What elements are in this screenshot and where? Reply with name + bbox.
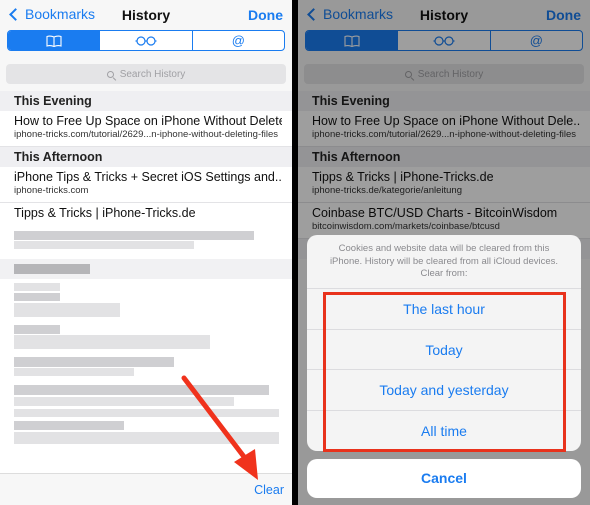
blurred-text	[14, 357, 174, 367]
blurred-text	[14, 293, 60, 301]
section-header: This Afternoon	[0, 147, 292, 167]
history-panel-right: Bookmarks History Done @ Search History …	[298, 0, 590, 505]
blurred-text	[14, 409, 279, 417]
option-all-time[interactable]: All time	[307, 409, 581, 451]
search-placeholder: Search History	[119, 68, 186, 80]
reading-glasses-icon	[135, 35, 157, 46]
blurred-history-items	[0, 221, 292, 473]
nav-bar: Bookmarks History Done	[0, 0, 292, 28]
blurred-text	[14, 241, 194, 249]
tab-reading-list[interactable]	[99, 31, 191, 50]
book-icon	[46, 35, 62, 47]
blurred-text	[14, 368, 134, 376]
history-item[interactable]: iPhone Tips & Tricks + Secret iOS Settin…	[0, 167, 292, 203]
search-history-field[interactable]: Search History	[6, 64, 286, 84]
history-item-url: iphone-tricks.com/tutorial/2629...n-ipho…	[14, 129, 279, 140]
blurred-text	[14, 325, 60, 334]
tab-bookmarks[interactable]	[8, 31, 100, 50]
cancel-button[interactable]: Cancel	[307, 459, 581, 498]
option-last-hour[interactable]: The last hour	[307, 288, 581, 329]
section-header: This Evening	[0, 91, 292, 111]
history-item-title: How to Free Up Space on iPhone Without D…	[14, 114, 282, 128]
blurred-text	[14, 432, 279, 444]
action-sheet-message: Cookies and website data will be cleared…	[329, 243, 559, 279]
clear-history-button[interactable]: Clear	[254, 483, 284, 497]
blurred-text	[14, 231, 254, 240]
blurred-text	[14, 385, 269, 395]
option-today[interactable]: Today	[307, 328, 581, 370]
option-today-and-yesterday[interactable]: Today and yesterday	[307, 369, 581, 410]
at-sign-icon: @	[231, 33, 245, 48]
blurred-text	[14, 397, 234, 406]
history-item-title: Tipps & Tricks | iPhone-Tricks.de	[14, 206, 196, 220]
blurred-text	[14, 421, 124, 430]
history-panel-left: Bookmarks History Done @ Search History …	[0, 0, 292, 505]
history-list: This Evening How to Free Up Space on iPh…	[0, 91, 292, 239]
blurred-text	[14, 335, 210, 349]
bottom-toolbar: Clear	[0, 473, 292, 505]
clear-history-action-sheet: Cookies and website data will be cleared…	[307, 235, 581, 451]
blurred-text	[14, 264, 90, 274]
search-icon	[106, 70, 114, 78]
blurred-text	[14, 303, 120, 317]
history-item[interactable]: How to Free Up Space on iPhone Without D…	[0, 111, 292, 147]
done-button[interactable]: Done	[248, 7, 283, 23]
blurred-text	[14, 283, 60, 291]
segmented-control: @	[7, 30, 285, 51]
history-item-url: iphone-tricks.com	[14, 185, 89, 196]
tab-shared-links[interactable]: @	[191, 31, 284, 50]
history-item-title: iPhone Tips & Tricks + Secret iOS Settin…	[14, 170, 282, 184]
